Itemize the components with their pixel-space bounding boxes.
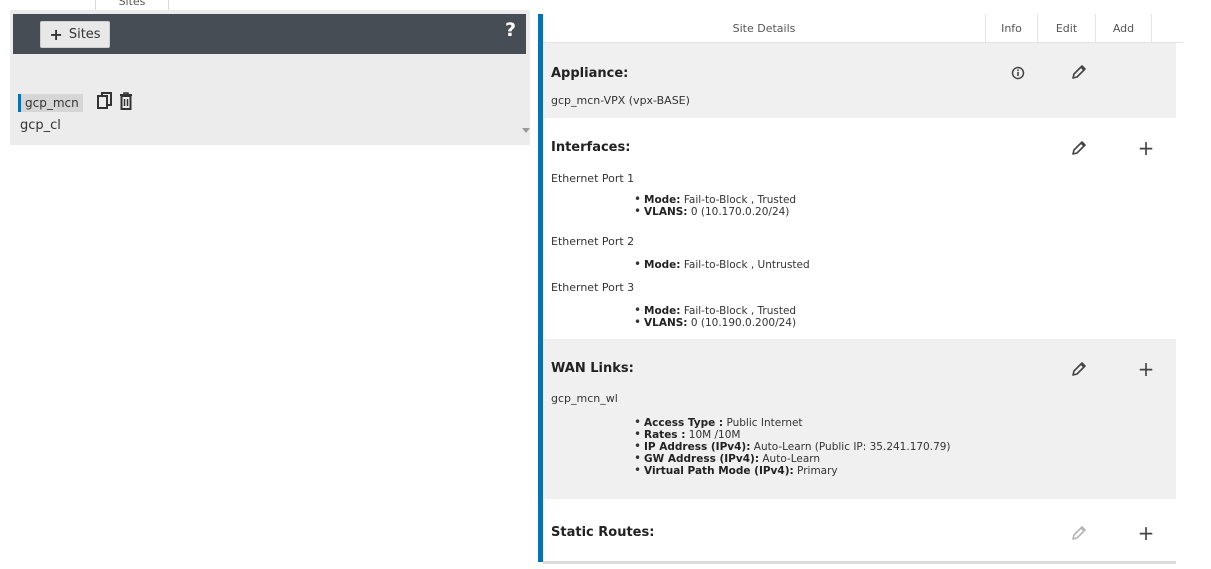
port-1-name: Ethernet Port 1 [551,172,635,185]
edit-wan-links-pencil-icon[interactable] [1069,359,1089,379]
column-add: Add [1096,14,1152,42]
help-icon[interactable]: ? [505,19,516,41]
copy-icon[interactable] [96,92,113,114]
wan-link-name: gcp_mcn_wl [551,392,618,405]
interfaces-title: Interfaces: [551,140,631,155]
info-icon[interactable] [1008,63,1028,83]
column-site-details: Site Details [543,14,986,42]
plus-icon: + [49,24,63,44]
interfaces-section: Interfaces: + Ethernet Port 1 Mode: Fail… [543,118,1176,339]
delete-icon[interactable] [119,92,133,114]
edit-static-routes-pencil-icon [1069,523,1089,543]
appliance-section: Appliance: gcp_mcn-VPX (vpx-BASE) [543,43,1176,118]
site-item-gcp-cl[interactable]: gcp_cl [20,118,61,133]
port-2-details: Mode: Fail-to-Block , Untrusted [634,258,810,271]
sites-toolbar: + Sites ? [13,14,526,54]
port-2-name: Ethernet Port 2 [551,235,635,248]
add-static-route-plus-icon[interactable]: + [1136,523,1156,543]
list-item: Access Type : Public Internet [634,416,951,429]
wan-link-details: Access Type : Public Internet Rates : 10… [634,416,951,477]
list-item: Mode: Fail-to-Block , Trusted [634,304,796,317]
add-interface-plus-icon[interactable]: + [1136,138,1156,158]
column-edit: Edit [1038,14,1096,42]
add-wan-link-plus-icon[interactable]: + [1136,359,1156,379]
site-item-gcp-mcn[interactable]: gcp_mcn [18,92,133,114]
appliance-title: Appliance: [551,66,629,81]
edit-interfaces-pencil-icon[interactable] [1069,138,1089,158]
list-item: Mode: Fail-to-Block , Untrusted [634,258,810,271]
sites-tab-label: Sites [118,0,146,8]
scroll-down-arrow-icon[interactable] [522,128,530,133]
column-info: Info [986,14,1038,42]
site-name-input[interactable]: gcp_mcn [18,94,83,112]
add-sites-button[interactable]: + Sites [40,21,110,48]
edit-appliance-pencil-icon[interactable] [1069,62,1089,82]
list-item: VLANS: 0 (10.190.0.200/24) [634,316,796,329]
static-routes-section: Static Routes: + [543,499,1176,564]
static-routes-title: Static Routes: [551,525,655,540]
port-1-details: Mode: Fail-to-Block , Trusted VLANS: 0 (… [634,193,796,218]
list-item: Rates : 10M /10M [634,428,951,441]
details-table-header: Site Details Info Edit Add [543,14,1183,43]
port-3-details: Mode: Fail-to-Block , Trusted VLANS: 0 (… [634,304,796,329]
port-3-name: Ethernet Port 3 [551,281,635,294]
list-item: Virtual Path Mode (IPv4): Primary [634,464,951,477]
wan-links-section: WAN Links: + gcp_mcn_wl Access Type : Pu… [543,339,1176,499]
list-item: IP Address (IPv4): Auto-Learn (Public IP… [634,440,951,453]
wan-links-title: WAN Links: [551,361,634,376]
list-item: VLANS: 0 (10.170.0.20/24) [634,205,796,218]
appliance-value: gcp_mcn-VPX (vpx-BASE) [551,94,690,107]
add-sites-label: Sites [68,27,101,42]
list-item: GW Address (IPv4): Auto-Learn [634,452,951,465]
list-item: Mode: Fail-to-Block , Trusted [634,193,796,206]
site-details-panel: Site Details Info Edit Add Appliance: gc… [538,14,1183,564]
